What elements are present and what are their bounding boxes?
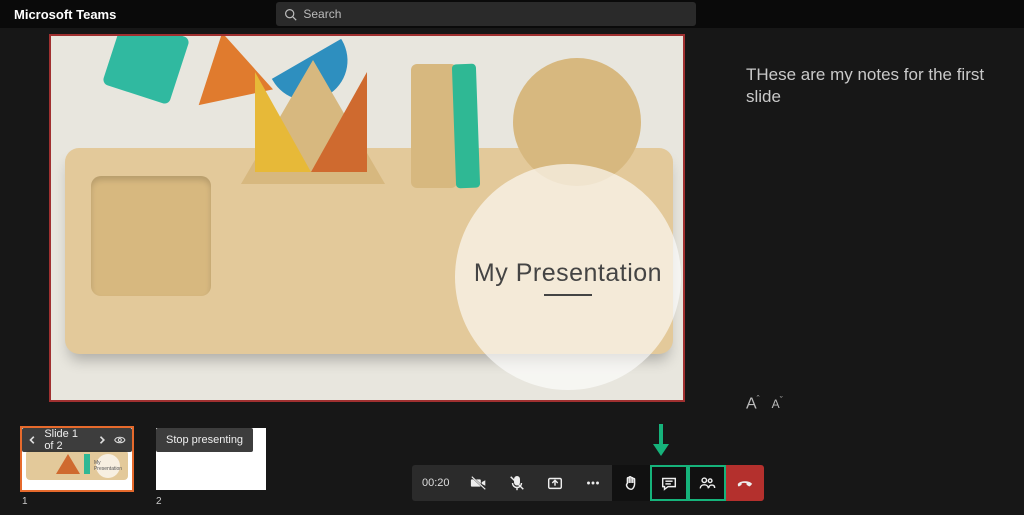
- share-tray-icon: [546, 474, 564, 492]
- decrease-font-button[interactable]: Aˇ: [772, 395, 783, 411]
- slide-thumbnails: Slide 1 of 2 My Presentation 1 Stop pres…: [22, 428, 266, 507]
- rectangle-piece-teal: [452, 64, 480, 189]
- thumb-triangle: [56, 454, 80, 474]
- hand-icon: [622, 474, 640, 492]
- title-overlay: My Presentation: [455, 164, 681, 390]
- thumbnail-2-index: 2: [156, 496, 266, 507]
- thumb-rect: [84, 454, 90, 474]
- participants-button[interactable]: [688, 465, 726, 501]
- hangup-button[interactable]: [726, 465, 764, 501]
- stop-presenting-button[interactable]: Stop presenting: [156, 428, 253, 452]
- hangup-icon: [736, 474, 754, 492]
- hangup-segment: [726, 465, 764, 501]
- search-placeholder: Search: [303, 7, 341, 21]
- chat-button[interactable]: [650, 465, 688, 501]
- mic-button[interactable]: [498, 465, 536, 501]
- square-slot: [91, 176, 211, 296]
- slide-counter-bar: Slide 1 of 2: [22, 428, 132, 452]
- more-button[interactable]: [574, 465, 612, 501]
- prev-slide-icon[interactable]: [28, 435, 36, 445]
- share-button[interactable]: [536, 465, 574, 501]
- meeting-stage: My Presentation THese are my notes for t…: [0, 28, 1024, 515]
- thumbnail-1[interactable]: Slide 1 of 2 My Presentation: [22, 428, 132, 490]
- call-control-bar: 00:20: [412, 465, 764, 501]
- thumbnail-1-index: 1: [22, 496, 132, 507]
- annotation-arrow: [650, 422, 672, 461]
- thumb-title-circle: My Presentation: [96, 454, 120, 478]
- rectangle-slot: [411, 64, 457, 188]
- app-title: Microsoft Teams: [14, 7, 116, 22]
- slide-title: My Presentation: [474, 259, 662, 288]
- increase-font-button[interactable]: Aˆ: [746, 394, 760, 413]
- triangle-piece-orange: [311, 72, 367, 172]
- camera-off-icon: [470, 474, 488, 492]
- camera-button[interactable]: [460, 465, 498, 501]
- thumbnail-2-wrap: Stop presenting 2: [156, 428, 266, 507]
- eye-icon[interactable]: [114, 433, 126, 447]
- presented-slide: My Presentation: [49, 34, 685, 402]
- teal-block-shape: [102, 34, 190, 105]
- people-icon: [698, 474, 716, 492]
- chat-icon: [660, 474, 678, 492]
- call-bar-segment-a: 00:20: [412, 465, 612, 501]
- search-icon: [284, 8, 297, 21]
- ellipsis-icon: [584, 474, 602, 492]
- thumbnail-1-wrap: Slide 1 of 2 My Presentation 1: [22, 428, 132, 507]
- thumbnail-2[interactable]: Stop presenting: [156, 428, 266, 490]
- top-bar: Microsoft Teams Search: [0, 0, 1024, 28]
- raise-hand-button[interactable]: [612, 465, 650, 501]
- call-timer: 00:20: [412, 477, 460, 489]
- title-underline: [544, 294, 592, 296]
- presenter-notes: THese are my notes for the first slide: [746, 64, 1016, 108]
- triangle-piece-yellow: [255, 72, 311, 172]
- next-slide-icon[interactable]: [98, 435, 106, 445]
- slide-counter-label: Slide 1 of 2: [44, 428, 90, 452]
- search-input[interactable]: Search: [276, 2, 696, 26]
- call-bar-segment-b: [612, 465, 726, 501]
- font-size-controls: Aˆ Aˇ: [746, 394, 783, 413]
- mic-off-icon: [508, 474, 526, 492]
